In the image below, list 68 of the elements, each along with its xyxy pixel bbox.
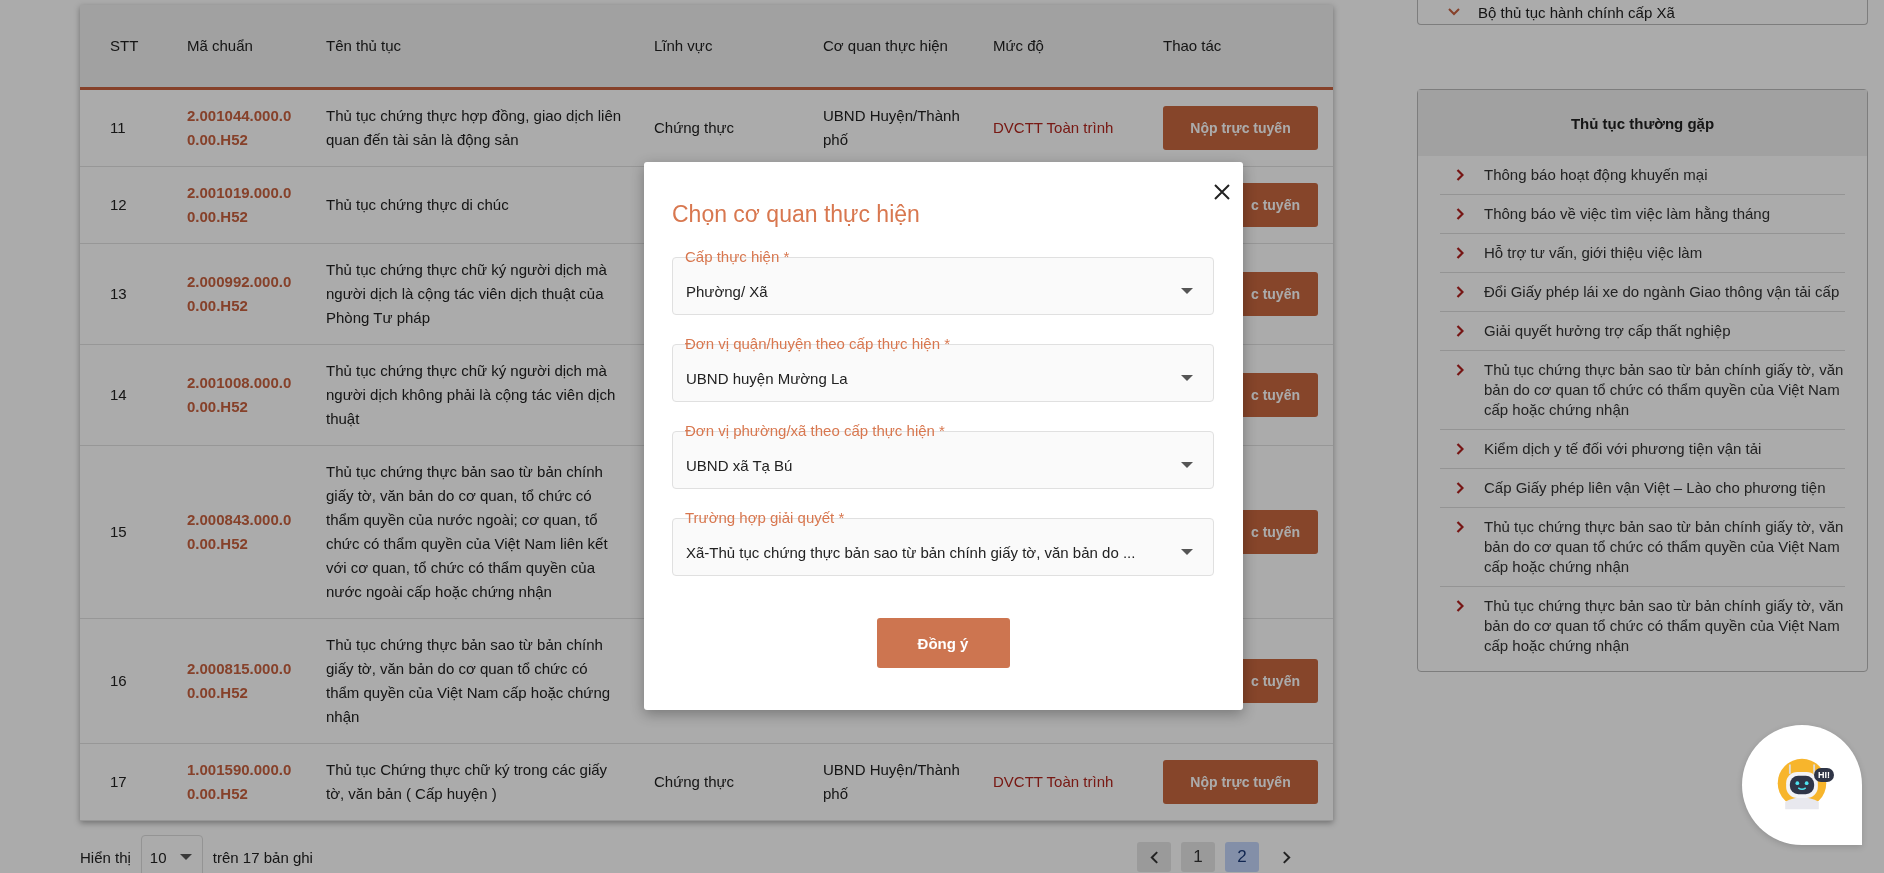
category-title: Bộ thủ tục hành chính cấp Xã bbox=[1478, 3, 1675, 21]
table-cell-text: Thủ tục chứng thực bản sao từ bản chính giấy tờ, văn bản do cơ quan, tổ chức có thẩm quyền của nước ngoài; cơ quan, tổ chức có thẩm quyền của Việt Nam liên kết với cơ quan, tổ chức có thẩm quyền của nước ngoài cấp hoặc chứng nhận bbox=[325, 462, 609, 602]
table-cell-text: 17 bbox=[109, 772, 128, 792]
procedure-link[interactable]: Cấp Giấy phép liên vận Việt – Lào cho phương tiện bbox=[1484, 478, 1826, 498]
category-panel[interactable]: Bộ thủ tục hành chính cấp Xã bbox=[1417, 0, 1868, 25]
table-cell-text: 11 bbox=[109, 118, 127, 138]
chevron-right-icon bbox=[1456, 521, 1464, 533]
table-cell-text: 12 bbox=[109, 195, 128, 215]
chevron-right-icon bbox=[1456, 364, 1464, 376]
procedure-link[interactable]: Thủ tục chứng thực bản sao từ bản chính giấy tờ, văn bản do cơ quan tổ chức có thẩm quyền của Việt Nam cấp hoặc chứng nhận bbox=[1484, 596, 1845, 656]
procedure-link[interactable]: Kiểm dịch y tế đối với phương tiện vận tải bbox=[1484, 439, 1762, 459]
greeting-badge: HI! bbox=[1814, 768, 1834, 782]
column-header: Lĩnh vực bbox=[653, 36, 714, 56]
table-cell-text: Thủ tục Chứng thực chữ ký trong các giấy tờ, văn bản ( Cấp huyện ) bbox=[325, 760, 609, 804]
procedure-link[interactable]: Thủ tục chứng thực bản sao từ bản chính giấy tờ, văn bản do cơ quan tổ chức có thẩm quyền của Việt Nam cấp hoặc chứng nhận bbox=[1484, 360, 1845, 420]
page-button[interactable]: 2 bbox=[1225, 842, 1259, 872]
chevron-right-icon bbox=[1456, 443, 1464, 455]
table-cell-text: Chứng thực bbox=[653, 118, 736, 138]
chevron-left-icon bbox=[1149, 850, 1159, 864]
caret-icon bbox=[1181, 288, 1193, 294]
previous-page-button[interactable] bbox=[1137, 842, 1171, 872]
caret-icon bbox=[179, 854, 192, 860]
caret-icon bbox=[1181, 375, 1193, 381]
dialog-title: Chọn cơ quan thực hiện bbox=[672, 201, 920, 228]
table-cell-text: Thủ tục chứng thực bản sao từ bản chính giấy tờ, văn bản do cơ quan tổ chức có thẩm quyền của Việt Nam cấp hoặc chứng nhận bbox=[325, 635, 612, 727]
chevron-right-icon bbox=[1456, 247, 1464, 259]
caret-icon bbox=[1181, 549, 1193, 555]
chevron-right-icon bbox=[1456, 169, 1464, 181]
column-header: Tên thủ tục bbox=[325, 36, 403, 56]
record-count: trên 17 bản ghi bbox=[212, 848, 313, 866]
table-cell-text: Thủ tục chứng thực chữ ký người dịch mà người dịch là cộng tác viên dịch thuật của Phòng Tư pháp bbox=[325, 260, 608, 328]
procedure-link[interactable]: Thông báo hoạt động khuyến mại bbox=[1484, 165, 1708, 185]
chevron-right-icon bbox=[1456, 600, 1464, 612]
table-cell-text: Chứng thực bbox=[653, 772, 736, 792]
table-cell-text: 15 bbox=[109, 522, 128, 542]
page-button[interactable]: 1 bbox=[1181, 842, 1215, 872]
chevron-right-icon bbox=[1456, 482, 1464, 494]
procedure-link[interactable]: Hỗ trợ tư vấn, giới thiệu việc làm bbox=[1484, 243, 1703, 263]
table-cell-text: UBND Huyện/Thành phố bbox=[822, 760, 961, 804]
page-size-select[interactable]: 10 bbox=[140, 835, 203, 873]
table-cell-text: Thủ tục chứng thực chữ ký người dịch mà người dịch không phải là cộng tác viên dịch thuật bbox=[325, 361, 617, 429]
procedure-link[interactable]: Đổi Giấy phép lái xe do ngành Giao thông vận tải cấp bbox=[1484, 282, 1840, 302]
chevron-down-icon bbox=[1448, 8, 1460, 16]
table-cell-text: Thủ tục chứng thực hợp đồng, giao dịch liên quan đến tài sản là động sản bbox=[325, 106, 623, 150]
table-cell-text: 13 bbox=[109, 284, 128, 304]
close-icon[interactable] bbox=[1214, 184, 1230, 200]
page-size-label: Hiển thị bbox=[80, 848, 131, 866]
column-header: Thao tác bbox=[1162, 36, 1223, 56]
panel-title: Thủ tục thường gặp bbox=[1570, 114, 1715, 132]
procedure-link[interactable]: Thủ tục chứng thực bản sao từ bản chính giấy tờ, văn bản do cơ quan tổ chức có thẩm quyền của Việt Nam cấp hoặc chứng nhận bbox=[1484, 517, 1845, 577]
caret-icon bbox=[1181, 462, 1193, 468]
table-cell-text: Thủ tục chứng thực di chúc bbox=[325, 195, 510, 215]
chevron-right-icon bbox=[1456, 325, 1464, 337]
table-cell-text: 14 bbox=[109, 385, 128, 405]
table-cell-text: UBND Huyện/Thành phố bbox=[822, 106, 961, 150]
chevron-right-icon bbox=[1456, 208, 1464, 220]
table-cell-text: DVCTT Toàn trình bbox=[992, 772, 1115, 792]
column-header: STT bbox=[109, 36, 140, 56]
procedure-link[interactable]: Giải quyết hưởng trợ cấp thất nghiệp bbox=[1484, 321, 1731, 341]
procedure-link[interactable]: Thông báo về việc tìm việc làm hằng tháng bbox=[1484, 204, 1770, 224]
chevron-right-icon bbox=[1281, 850, 1291, 864]
table-cell-text: DVCTT Toàn trình bbox=[992, 118, 1115, 138]
column-header: Mức độ bbox=[992, 36, 1045, 56]
chevron-right-icon bbox=[1456, 286, 1464, 298]
column-header: Cơ quan thực hiện bbox=[822, 36, 949, 56]
table-cell-text: 16 bbox=[109, 671, 128, 691]
chatbot-button[interactable]: HI! bbox=[1742, 725, 1862, 845]
column-header: Mã chuẩn bbox=[186, 36, 254, 56]
